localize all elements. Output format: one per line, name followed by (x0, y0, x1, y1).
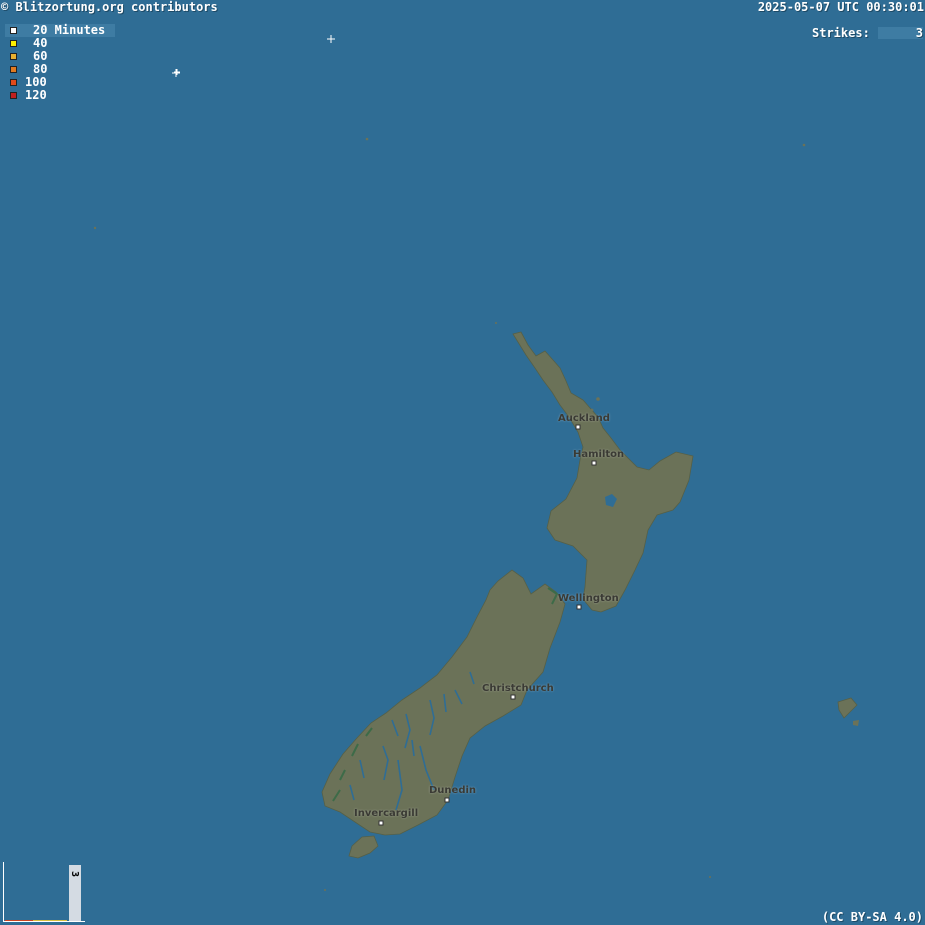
strikes-count: 3 (915, 26, 923, 40)
city-marker-dunedin (444, 797, 450, 803)
islet (590, 408, 594, 412)
city-marker-auckland (575, 424, 581, 430)
strike-histogram: 3 (3, 862, 85, 922)
legend-swatch (10, 53, 17, 60)
city-marker-invercargill (378, 820, 384, 826)
islet (93, 226, 97, 230)
legend-swatch (10, 27, 17, 34)
legend-row: 60 (5, 50, 115, 63)
city-label-wellington: Wellington (558, 593, 619, 604)
city-label-dunedin: Dunedin (429, 785, 477, 796)
timestamp: 2025-05-07 UTC 00:30:01 (757, 0, 924, 14)
city-label-hamilton: Hamilton (573, 449, 625, 460)
islet (802, 143, 806, 147)
time-legend: 20 Minutes 40 60 80 100 120 (5, 24, 115, 102)
strikes-label: Strikes: (812, 26, 870, 40)
city-label-invercargill: Invercargill (354, 808, 419, 819)
city-label-christchurch: Christchurch (482, 683, 554, 694)
legend-swatch (10, 92, 17, 99)
legend-row: 100 (5, 76, 115, 89)
islet (365, 137, 369, 141)
license-text: (CC BY-SA 4.0) (821, 910, 923, 924)
city-marker-christchurch (510, 694, 516, 700)
islet (709, 876, 711, 878)
legend-swatch (10, 79, 17, 86)
credit-text: © Blitzortung.org contributors (1, 0, 218, 14)
islet (324, 889, 326, 891)
histogram-bar-label: 3 (69, 871, 80, 877)
city-marker-wellington (576, 604, 582, 610)
legend-row: 120 (5, 89, 115, 102)
legend-row: 80 (5, 63, 115, 76)
legend-swatch (10, 40, 17, 47)
city-label-auckland: Auckland (558, 413, 610, 424)
legend-label: 120 (25, 88, 47, 102)
pitt-island (853, 720, 859, 726)
legend-row: 40 (5, 37, 115, 50)
legend-row: 20 Minutes (5, 24, 115, 37)
legend-swatch (10, 66, 17, 73)
city-marker-hamilton (591, 460, 597, 466)
islet (495, 322, 497, 324)
islet (596, 397, 600, 401)
